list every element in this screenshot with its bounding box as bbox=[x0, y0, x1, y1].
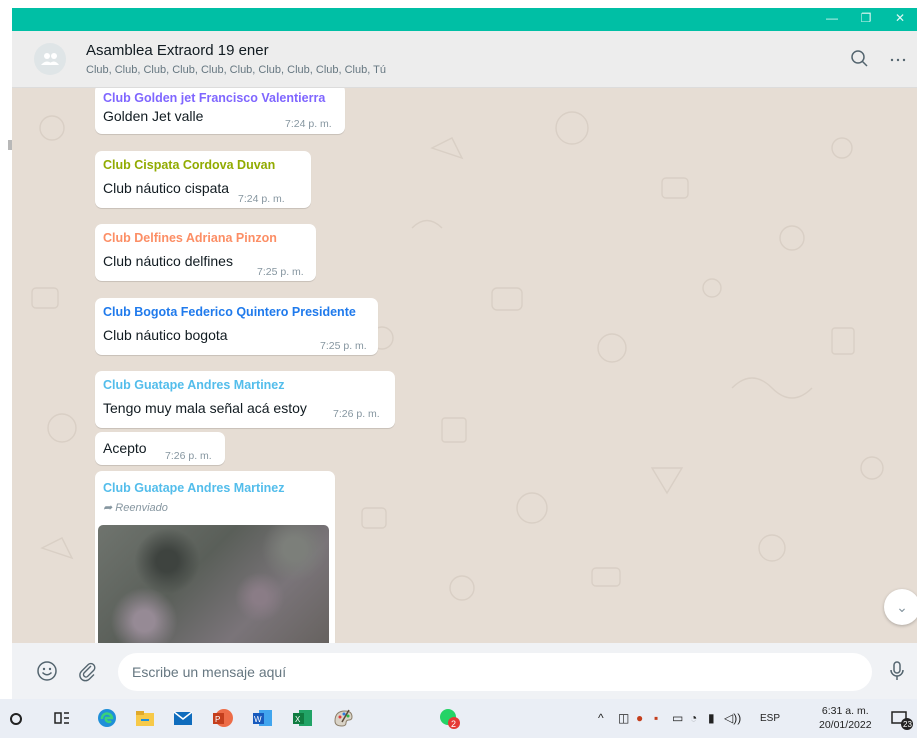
message-time: 7:25 p. m. bbox=[257, 266, 304, 278]
notification-count: 23 bbox=[903, 720, 912, 729]
svg-text:X: X bbox=[295, 715, 301, 724]
forwarded-label: ➦ Reenviado bbox=[103, 502, 168, 514]
notification-center-icon[interactable]: 23 bbox=[890, 707, 914, 730]
message-bubble[interactable]: Acepto 7:26 p. m. bbox=[95, 432, 225, 465]
message-text: Club náutico delfines bbox=[103, 253, 233, 269]
message-text: Acepto bbox=[103, 440, 147, 456]
message-time: 7:24 p. m. bbox=[285, 118, 332, 130]
message-text: Golden Jet valle bbox=[103, 108, 204, 124]
message-bubble[interactable]: Club Golden jet Francisco Valentierra Go… bbox=[95, 88, 345, 134]
message-bubble[interactable]: Club Guatape Andres Martinez ➦ Reenviado bbox=[95, 471, 335, 643]
forward-icon: ➦ bbox=[103, 502, 113, 514]
left-edge bbox=[0, 88, 12, 643]
svg-text:W: W bbox=[254, 715, 262, 724]
message-sender: Club Guatape Andres Martinez bbox=[103, 378, 285, 392]
microphone-tray-icon[interactable]: ▮ bbox=[708, 711, 715, 725]
composer bbox=[12, 643, 917, 699]
message-time: 7:26 p. m. bbox=[165, 450, 212, 462]
windows-taskbar: P W X 2 ^ ◫ ● ▪ ▭ ◔ ▮ ◁)) ESP 6:31 a. m.… bbox=[0, 699, 917, 738]
message-time: 7:25 p. m. bbox=[320, 340, 367, 352]
close-button[interactable]: ✕ bbox=[885, 8, 915, 31]
tray-app-icon[interactable]: ◫ bbox=[618, 711, 629, 725]
message-bubble[interactable]: Club Guatape Andres Martinez Tengo muy m… bbox=[95, 371, 395, 428]
message-sender: Club Delfines Adriana Pinzon bbox=[103, 231, 277, 245]
chat-members: Club, Club, Club, Club, Club, Club, Club… bbox=[86, 64, 386, 76]
excel-icon[interactable]: X bbox=[290, 707, 314, 729]
clock-date: 20/01/2022 bbox=[819, 719, 872, 731]
whatsapp-icon[interactable]: 2 bbox=[438, 707, 462, 729]
whatsapp-badge: 2 bbox=[451, 719, 456, 729]
maximize-button[interactable]: ❐ bbox=[851, 8, 881, 31]
message-bubble[interactable]: Club Delfines Adriana Pinzon Club náutic… bbox=[95, 224, 316, 281]
word-icon[interactable]: W bbox=[250, 707, 274, 729]
tray-app-icon[interactable]: ▭ bbox=[672, 711, 683, 725]
message-time: 7:26 p. m. bbox=[333, 408, 380, 420]
minimize-button[interactable]: — bbox=[817, 8, 847, 31]
message-sender: Club Cispata Cordova Duvan bbox=[103, 158, 276, 172]
edge-icon[interactable] bbox=[96, 707, 118, 729]
window-titlebar: — ❐ ✕ bbox=[12, 8, 917, 31]
paint-icon[interactable] bbox=[332, 707, 354, 729]
message-sender: Club Guatape Andres Martinez bbox=[103, 481, 285, 495]
message-time: 7:24 p. m. bbox=[238, 193, 285, 205]
chat-title: Asamblea Extraord 19 ener bbox=[86, 42, 269, 59]
message-text: Tengo muy mala señal acá estoy bbox=[103, 400, 307, 416]
volume-icon[interactable]: ◁)) bbox=[724, 711, 741, 725]
message-input[interactable] bbox=[118, 653, 872, 691]
scroll-down-button[interactable]: ⌄ bbox=[884, 589, 917, 625]
show-hidden-icons-icon[interactable]: ^ bbox=[598, 711, 604, 725]
emoji-icon[interactable] bbox=[36, 660, 58, 687]
search-icon[interactable] bbox=[848, 47, 872, 71]
file-explorer-icon[interactable] bbox=[134, 707, 156, 729]
svg-text:P: P bbox=[215, 715, 220, 724]
microphone-icon[interactable] bbox=[889, 659, 905, 688]
chat-header[interactable]: Asamblea Extraord 19 ener Club, Club, Cl… bbox=[12, 31, 917, 88]
language-indicator[interactable]: ESP bbox=[760, 713, 780, 724]
message-bubble[interactable]: Club Cispata Cordova Duvan Club náutico … bbox=[95, 151, 311, 208]
mail-icon[interactable] bbox=[172, 707, 194, 729]
tray-app-icon[interactable]: ▪ bbox=[654, 711, 658, 725]
message-sender: Club Golden jet Francisco Valentierra bbox=[103, 91, 326, 105]
cortana-icon[interactable] bbox=[8, 707, 24, 729]
group-avatar-icon[interactable] bbox=[34, 43, 66, 75]
message-image[interactable] bbox=[98, 525, 329, 643]
message-text: Club náutico cispata bbox=[103, 180, 230, 196]
task-view-icon[interactable] bbox=[52, 707, 72, 729]
clock-time: 6:31 a. m. bbox=[821, 705, 869, 717]
chevron-down-icon: ⌄ bbox=[896, 599, 908, 615]
attach-icon[interactable] bbox=[76, 660, 98, 687]
message-bubble[interactable]: Club Bogota Federico Quintero Presidente… bbox=[95, 298, 378, 355]
powerpoint-icon[interactable]: P bbox=[210, 707, 234, 729]
message-text: Club náutico bogota bbox=[103, 327, 228, 343]
menu-icon[interactable] bbox=[886, 47, 910, 71]
chat-area[interactable]: Club Golden jet Francisco Valentierra Go… bbox=[12, 88, 917, 643]
tray-app-icon[interactable]: ● bbox=[636, 711, 643, 725]
wifi-icon[interactable]: ◔ bbox=[690, 711, 697, 725]
message-sender: Club Bogota Federico Quintero Presidente bbox=[103, 305, 356, 319]
system-clock[interactable]: 6:31 a. m. 20/01/2022 bbox=[819, 704, 872, 732]
